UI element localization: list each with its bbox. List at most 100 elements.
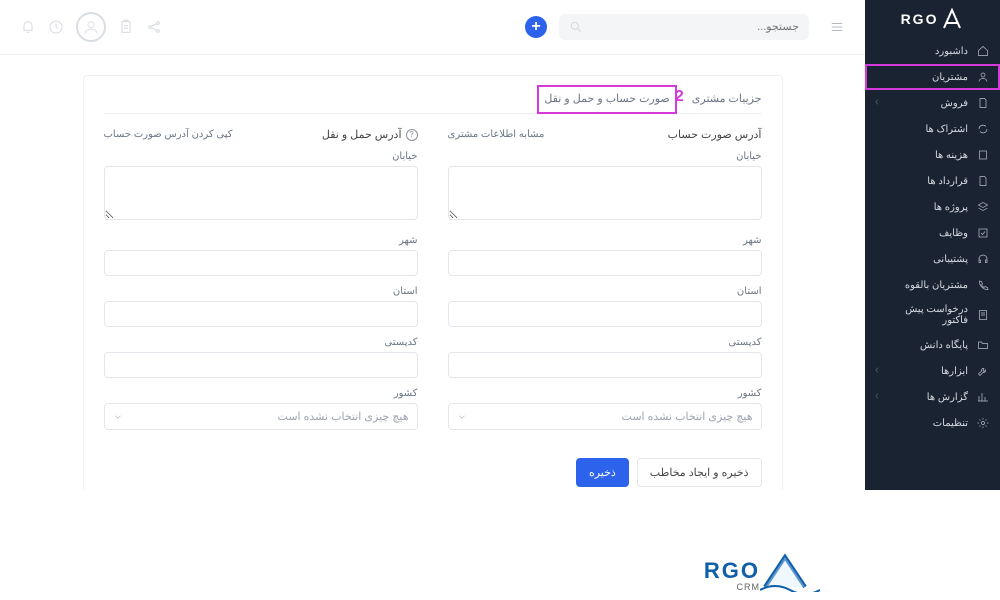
user-icon [976, 70, 990, 84]
add-button[interactable]: + [525, 16, 547, 38]
sidebar-item-support[interactable]: پشتیبانی [865, 246, 1000, 272]
sidebar-logo-text: RGO [901, 11, 939, 27]
menu-icon[interactable] [829, 20, 845, 34]
tab-label: صورت حساب و حمل و نقل [544, 93, 669, 105]
tabs: جزییات مشتری صورت حساب و حمل و نقل 2 [104, 88, 762, 114]
sidebar-item-subscriptions[interactable]: اشتراک ها [865, 116, 1000, 142]
chevron-left-icon [871, 392, 881, 403]
sidebar-item-projects[interactable]: پروژه ها [865, 194, 1000, 220]
invoice-state-input[interactable] [448, 301, 762, 327]
shipping-state-input[interactable] [104, 301, 418, 327]
shipping-street-input[interactable] [104, 166, 418, 220]
sidebar-item-tools[interactable]: ابزارها [865, 358, 1000, 384]
field-label: شهر [104, 235, 418, 246]
layers-icon [976, 200, 990, 214]
field-label: کدپستی [448, 337, 762, 348]
file-icon [976, 174, 990, 188]
field-label: شهر [448, 235, 762, 246]
sidebar-item-estimates[interactable]: درخواست پیش فاکتور [865, 298, 1000, 332]
field-label: خیابان [104, 151, 418, 162]
sidebar-item-knowledge[interactable]: پایگاه دانش [865, 332, 1000, 358]
sidebar-item-sales[interactable]: فروش [865, 90, 1000, 116]
top-actions [20, 12, 162, 42]
sidebar-item-label: پروژه ها [881, 202, 976, 213]
footer-logo-text: RGO [704, 558, 760, 584]
shipping-city-input[interactable] [104, 250, 418, 276]
clipboard-icon[interactable] [118, 19, 134, 35]
column-heading: آدرس حمل و نقل [322, 128, 402, 141]
save-button[interactable]: ذخیره [576, 458, 629, 487]
chevron-left-icon [871, 98, 881, 109]
tab-customer-details[interactable]: جزییات مشتری [692, 88, 762, 111]
bell-icon[interactable] [20, 19, 36, 35]
sidebar-item-label: وظایف [881, 228, 976, 239]
chevron-left-icon [871, 366, 881, 377]
folder-icon [976, 338, 990, 352]
plus-icon: + [531, 18, 540, 36]
wrench-icon [976, 364, 990, 378]
sidebar: RGO داشبورد مشتریان فروش اشتراک ها هزینه… [865, 0, 1000, 490]
sidebar-item-expenses[interactable]: هزینه ها [865, 142, 1000, 168]
shipping-country-select[interactable]: هیچ چیزی انتخاب نشده است [104, 403, 418, 430]
invoice-street-input[interactable] [448, 166, 762, 220]
select-placeholder: هیچ چیزی انتخاب نشده است [278, 410, 409, 423]
form-card: جزییات مشتری صورت حساب و حمل و نقل 2 آدر… [83, 75, 783, 490]
sidebar-item-dashboard[interactable]: داشبورد [865, 38, 1000, 64]
footer-logo: RGO CRM [704, 552, 820, 592]
invoice-country-select[interactable]: هیچ چیزی انتخاب نشده است [448, 403, 762, 430]
search-box[interactable] [559, 14, 809, 40]
column-heading: آدرس صورت حساب [668, 128, 762, 141]
tab-billing-shipping[interactable]: صورت حساب و حمل و نقل 2 [540, 88, 673, 111]
invoice-column: آدرس صورت حساب مشابه اطلاعات مشتری خیابا… [448, 128, 762, 440]
field-label: کدپستی [104, 337, 418, 348]
clock-icon[interactable] [48, 19, 64, 35]
sidebar-item-settings[interactable]: تنظیمات [865, 410, 1000, 436]
callout-number: 2 [675, 88, 684, 106]
sidebar-item-label: گزارش ها [881, 392, 976, 403]
logo-mark-icon [940, 8, 964, 30]
sidebar-item-label: فروش [881, 98, 976, 109]
avatar[interactable] [76, 12, 106, 42]
file-icon [976, 96, 990, 110]
home-icon [976, 44, 990, 58]
field-label: کشور [104, 388, 418, 399]
footer-logo-mark-icon [760, 552, 820, 592]
sidebar-item-label: پشتیبانی [881, 254, 976, 265]
field-label: استان [104, 286, 418, 297]
field-label: استان [448, 286, 762, 297]
select-placeholder: هیچ چیزی انتخاب نشده است [622, 410, 753, 423]
sidebar-logo: RGO [865, 0, 1000, 38]
invoice-city-input[interactable] [448, 250, 762, 276]
topbar: + [0, 0, 865, 55]
same-info-link[interactable]: مشابه اطلاعات مشتری [448, 129, 545, 140]
chevron-down-icon [457, 412, 467, 422]
sidebar-item-label: داشبورد [881, 46, 976, 57]
chevron-down-icon [113, 412, 123, 422]
form-columns: آدرس صورت حساب مشابه اطلاعات مشتری خیابا… [104, 128, 762, 440]
sidebar-item-customers[interactable]: مشتریان [865, 64, 1000, 90]
sidebar-item-label: تنظیمات [881, 418, 976, 429]
file-icon [976, 148, 990, 162]
sidebar-item-reports[interactable]: گزارش ها [865, 384, 1000, 410]
copy-address-link[interactable]: کپی کردن آدرس صورت حساب [104, 129, 233, 140]
save-create-contact-button[interactable]: ذخیره و ایجاد مخاطب [637, 458, 762, 487]
chart-icon [976, 390, 990, 404]
sidebar-item-leads[interactable]: مشتریان بالقوه [865, 272, 1000, 298]
field-label: خیابان [448, 151, 762, 162]
headset-icon [976, 252, 990, 266]
check-icon [976, 226, 990, 240]
field-label: کشور [448, 388, 762, 399]
sidebar-item-tasks[interactable]: وظایف [865, 220, 1000, 246]
sidebar-item-label: اشتراک ها [881, 124, 976, 135]
sidebar-item-contracts[interactable]: قرارداد ها [865, 168, 1000, 194]
help-icon[interactable]: ? [406, 129, 418, 141]
gear-icon [976, 416, 990, 430]
share-icon[interactable] [146, 19, 162, 35]
form-footer: ذخیره و ایجاد مخاطب ذخیره [104, 458, 762, 487]
shipping-column: ? آدرس حمل و نقل کپی کردن آدرس صورت حساب… [104, 128, 418, 440]
sidebar-item-label: درخواست پیش فاکتور [881, 304, 976, 326]
invoice-zip-input[interactable] [448, 352, 762, 378]
search-input[interactable] [583, 21, 799, 33]
phone-icon [976, 278, 990, 292]
shipping-zip-input[interactable] [104, 352, 418, 378]
